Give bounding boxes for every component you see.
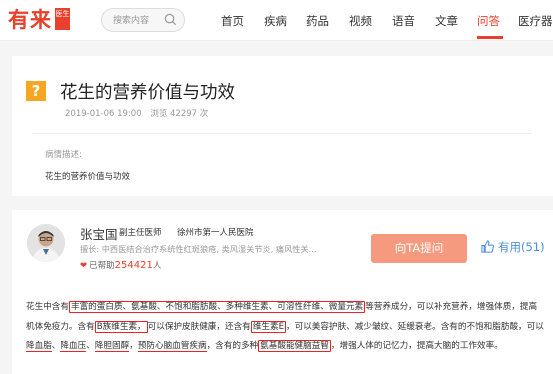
useful-button[interactable]: 有用(51) — [480, 239, 545, 255]
search-input[interactable]: 搜索内容 — [113, 13, 149, 26]
nav-diseases[interactable]: 疾病 — [264, 13, 287, 29]
answer-segment: 、 — [86, 341, 95, 351]
heart-icon: ❤ — [80, 261, 88, 271]
answer-segment: 可以保护皮肤健康，还含有 — [147, 321, 251, 332]
doctor-title: 副主任医师 — [119, 228, 162, 238]
nav-qa[interactable]: 问答 — [477, 13, 500, 29]
answer-segment: ，可以美容护肤、减少皱纹、延缓衰老。含有的不饱和脂肪酸，可以 — [286, 321, 544, 332]
question-card: ? 花生的营养价值与功效 2019-01-06 19:00 浏览 42297 次… — [12, 56, 553, 196]
question-title: 花生的营养价值与功效 — [60, 83, 235, 103]
highlight-box: B族维生素， — [94, 320, 148, 333]
question-meta: 2019-01-06 19:00 浏览 42297 次 — [65, 107, 214, 119]
question-date: 2019-01-06 19:00 — [65, 109, 142, 119]
ask-doctor-button[interactable]: 向TA提问 — [371, 234, 467, 263]
helped-number: 254421 — [114, 260, 153, 271]
highlight-box: 维生素E — [250, 320, 286, 333]
underline-mark: 降血压 — [60, 341, 87, 352]
doctor-photo — [27, 224, 65, 262]
search-icon[interactable] — [163, 12, 178, 27]
answer-segment: 花生中含有 — [26, 302, 69, 312]
helped-prefix: 已帮助 — [89, 261, 115, 271]
doctor-name[interactable]: 张宝国 — [80, 224, 118, 243]
answer-segment: ， — [129, 341, 138, 351]
site-logo[interactable]: 有来 医生 — [8, 4, 70, 34]
helped-suffix: 人 — [152, 261, 162, 271]
doctor-helped-count: ❤ 已帮助254421人 — [80, 259, 161, 271]
top-bar: 有来 医生 搜索内容 首页 疾病 药品 视频 语音 文章 问答 医疗器 — [0, 0, 553, 41]
search-box[interactable]: 搜索内容 — [101, 8, 185, 32]
question-views: 浏览 42297 次 — [150, 109, 209, 119]
nav-devices[interactable]: 医疗器 — [518, 13, 553, 29]
doctor-avatar[interactable] — [27, 224, 65, 262]
doctor-hospital: 徐州市第一人民医院 — [177, 228, 254, 238]
underline-mark: 降胆固醇 — [94, 341, 130, 352]
answer-card: 张宝国 副主任医师 徐州市第一人民医院 擅长: 中西医结合治疗系统性红斑狼疮, … — [12, 210, 553, 374]
question-mark-icon: ? — [26, 81, 46, 101]
answer-segment: ，增强人体的记忆力，提高大脑的工作效率。 — [330, 341, 503, 351]
highlight-box: 氨基酸能健脑益智 — [258, 340, 331, 352]
answer-text: 花生中含有 丰富的蛋白质、氨基酸、不饱和脂肪酸、多种维生素、可溶性纤维、微量元素等… — [26, 298, 544, 357]
description-text: 花生的营养价值与功效 — [45, 172, 131, 182]
nav-home[interactable]: 首页 — [221, 13, 244, 29]
nav-videos[interactable]: 视频 — [349, 13, 372, 29]
nav-drugs[interactable]: 药品 — [306, 13, 329, 29]
answer-segment: ，含有的多种 — [206, 341, 259, 351]
description-label: 病情描述: — [45, 150, 82, 160]
underline-mark: 降血脂 — [26, 341, 52, 352]
highlight-box: 丰富的蛋白质、氨基酸、不饱和脂肪酸、多种维生素、可溶性纤维、微量元素 — [68, 301, 366, 313]
logo-text: 有来 — [8, 8, 52, 32]
underline-mark: 预防心脑血管疾病 — [137, 341, 207, 352]
active-nav-indicator — [477, 36, 503, 39]
doctor-skills: 擅长: 中西医结合治疗系统性红斑狼疮, 类风湿关节炎, 痛风性关... — [80, 244, 317, 254]
logo-badge: 医生 — [55, 8, 70, 30]
nav-audio[interactable]: 语音 — [392, 13, 415, 29]
thumbs-up-icon — [481, 240, 494, 253]
nav-articles[interactable]: 文章 — [435, 13, 458, 29]
useful-label: 有用(51) — [498, 240, 545, 254]
divider — [32, 133, 532, 134]
